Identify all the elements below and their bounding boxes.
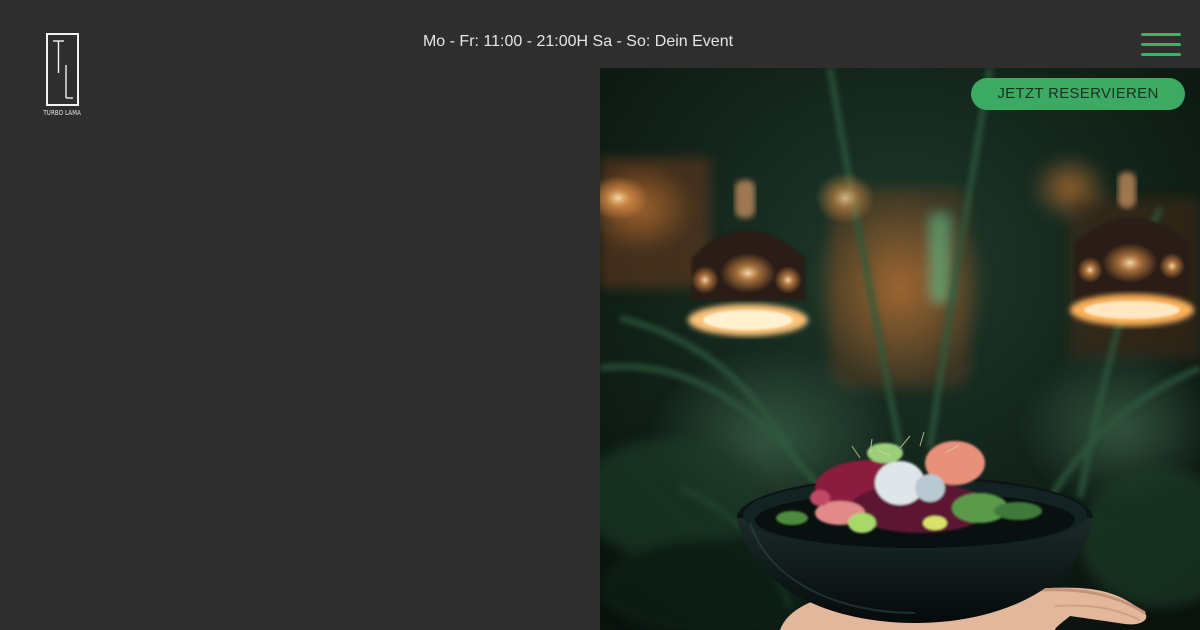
hamburger-line bbox=[1141, 43, 1181, 46]
page: TURBO LAMA Mo - Fr: 11:00 - 21:00H Sa - … bbox=[0, 0, 1200, 630]
hamburger-line bbox=[1141, 33, 1181, 36]
hero-image bbox=[600, 68, 1200, 630]
hamburger-menu-icon[interactable] bbox=[1141, 31, 1181, 59]
hamburger-line bbox=[1141, 53, 1181, 56]
opening-hours: Mo - Fr: 11:00 - 21:00H Sa - So: Dein Ev… bbox=[422, 33, 734, 50]
logo-text: TURBO LAMA bbox=[43, 109, 81, 117]
reserve-button[interactable]: JETZT RESERVIEREN bbox=[971, 78, 1185, 110]
